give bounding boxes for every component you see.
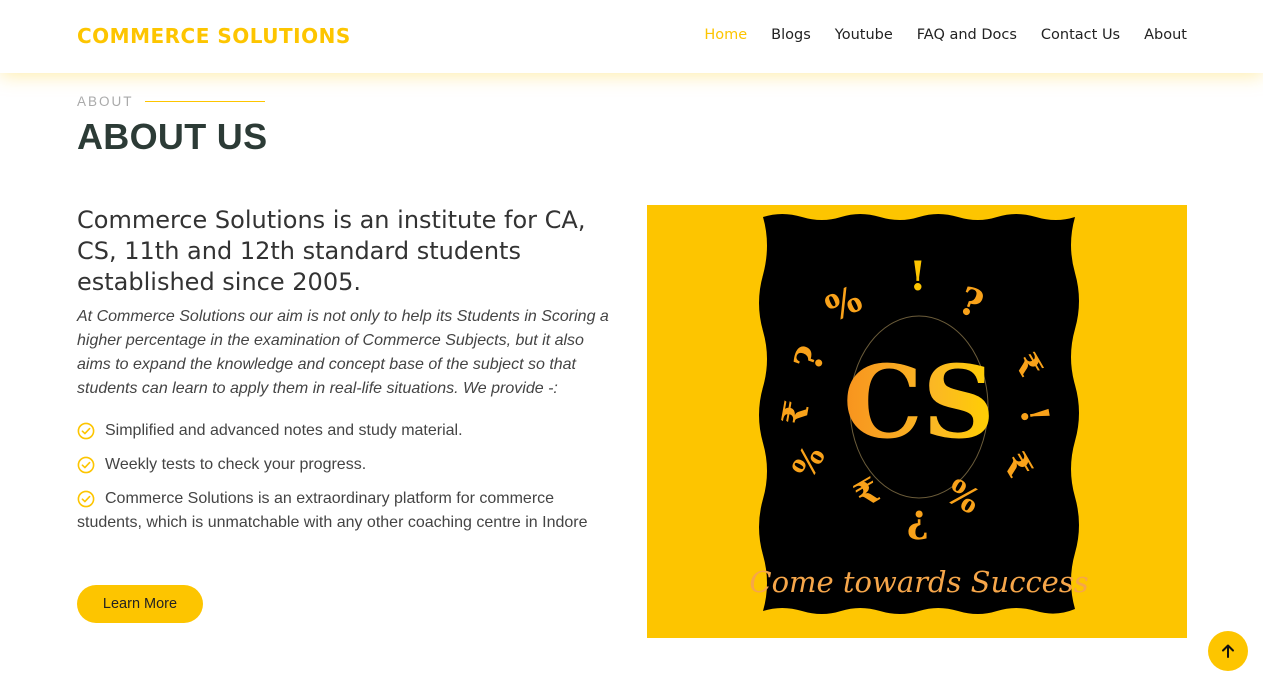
nav-home[interactable]: Home <box>704 27 747 43</box>
list-item: Simplified and advanced notes and study … <box>77 419 622 443</box>
check-circle-icon <box>77 490 95 508</box>
back-to-top-button[interactable] <box>1208 631 1248 671</box>
section-label-line <box>144 101 265 102</box>
check-circle-icon <box>77 422 95 440</box>
arrow-up-icon <box>1222 644 1234 658</box>
section-label: ABOUT <box>77 94 265 109</box>
feature-text: Simplified and advanced notes and study … <box>105 422 463 439</box>
feature-list: Simplified and advanced notes and study … <box>77 419 622 535</box>
feature-text: Commerce Solutions is an extraordinary p… <box>77 490 588 531</box>
exclamation-symbol: ! <box>909 253 927 300</box>
about-content: Commerce Solutions is an institute for C… <box>77 205 622 545</box>
logo-tagline: Come towards Success <box>749 565 1088 599</box>
question-symbol: ? <box>907 502 929 547</box>
check-circle-icon <box>77 456 95 474</box>
nav-about[interactable]: About <box>1144 27 1187 43</box>
feature-text: Weekly tests to check your progress. <box>105 456 367 473</box>
list-item: Commerce Solutions is an extraordinary p… <box>77 487 622 535</box>
nav-blogs[interactable]: Blogs <box>771 27 811 43</box>
list-item: Weekly tests to check your progress. <box>77 453 622 477</box>
site-header: COMMERCE SOLUTIONS Home Blogs Youtube FA… <box>0 0 1263 73</box>
nav-faq-docs[interactable]: FAQ and Docs <box>917 27 1017 43</box>
main-nav: Home Blogs Youtube FAQ and Docs Contact … <box>704 27 1187 43</box>
learn-more-button[interactable]: Learn More <box>77 585 203 623</box>
about-intro: At Commerce Solutions our aim is not onl… <box>77 308 609 397</box>
cs-logo-text: CS <box>843 343 995 461</box>
about-heading: Commerce Solutions is an institute for C… <box>77 206 586 296</box>
brand-logo[interactable]: COMMERCE SOLUTIONS <box>77 24 351 48</box>
cs-logo-image: ! ? % ? ₹ ₹ ! % ₹ ₹ % ? CS Come towards … <box>647 205 1187 638</box>
section-label-text: ABOUT <box>77 94 134 109</box>
page-title: ABOUT US <box>77 116 268 157</box>
nav-contact-us[interactable]: Contact Us <box>1041 27 1120 43</box>
nav-youtube[interactable]: Youtube <box>835 27 893 43</box>
